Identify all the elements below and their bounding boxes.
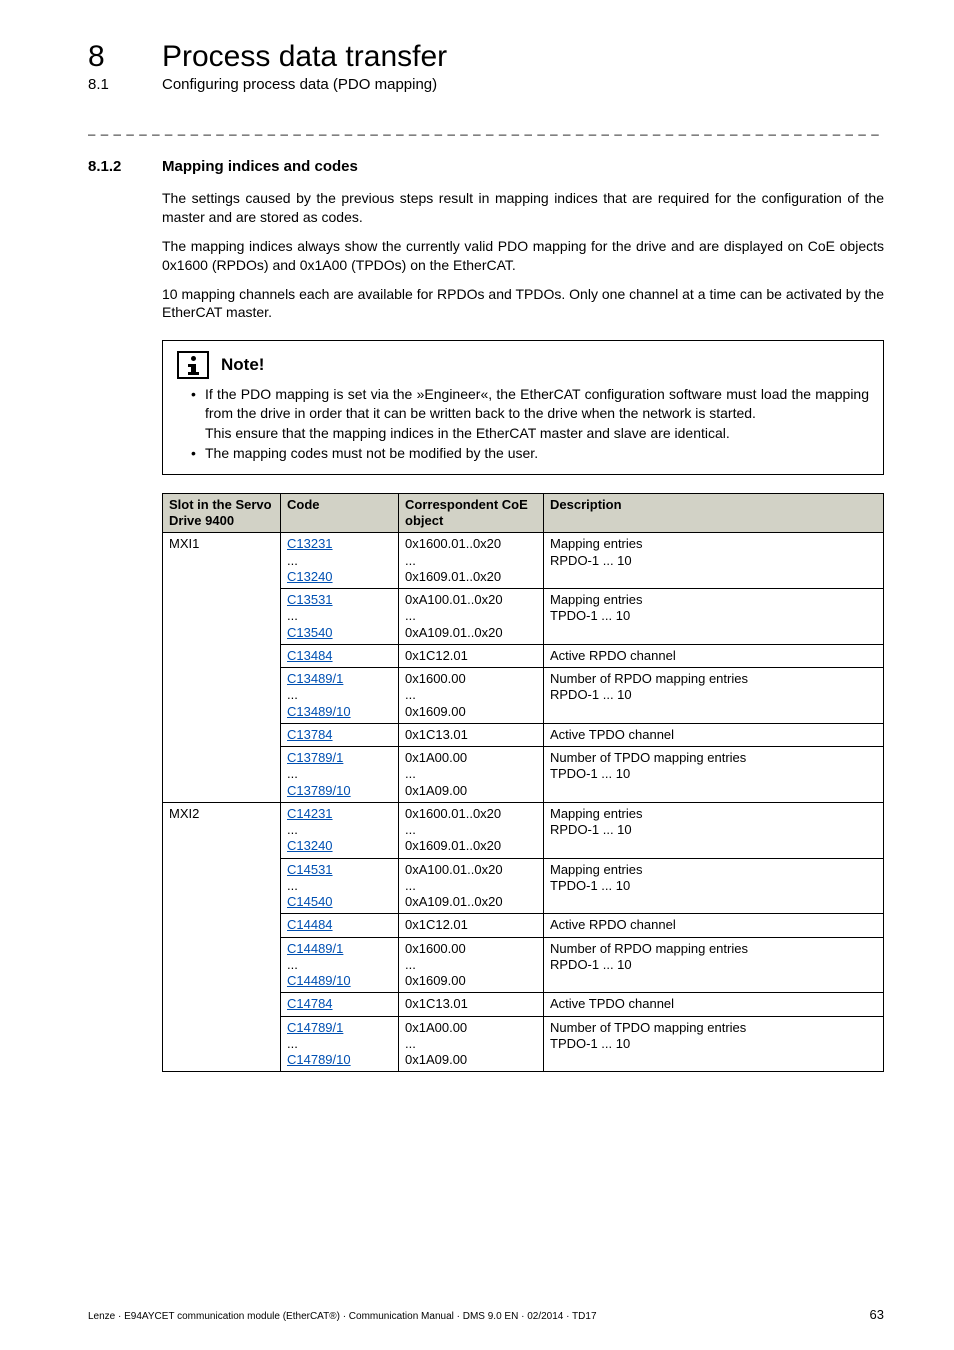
note-subtext: This ensure that the mapping indices in … [205,424,869,443]
code-link[interactable]: C13240 [287,838,333,853]
description-cell: Number of RPDO mapping entriesRPDO-1 ...… [544,937,884,993]
table-header-code: Code [281,493,399,533]
code-link[interactable]: C14789/1 [287,1020,343,1035]
subsection-number: 8.1.2 [88,158,132,175]
code-link[interactable]: C14489/1 [287,941,343,956]
code-link[interactable]: C13489/10 [287,704,351,719]
object-cell: 0x1600.00...0x1609.00 [399,937,544,993]
note-text: If the PDO mapping is set via the »Engin… [205,386,869,421]
chapter-title: Process data transfer [162,40,447,74]
paragraph: 10 mapping channels each are available f… [162,285,884,323]
code-link[interactable]: C13231 [287,536,333,551]
table-header-obj: Correspondent CoE object [399,493,544,533]
paragraph: The mapping indices always show the curr… [162,237,884,275]
description-cell: Mapping entriesTPDO-1 ... 10 [544,858,884,914]
description-cell: Mapping entriesRPDO-1 ... 10 [544,802,884,858]
separator: _ _ _ _ _ _ _ _ _ _ _ _ _ _ _ _ _ _ _ _ … [88,121,884,136]
object-cell: 0x1A00.00...0x1A09.00 [399,1016,544,1072]
page-footer: Lenze · E94AYCET communication module (E… [88,1307,884,1322]
code-link[interactable]: C14531 [287,862,333,877]
code-cell: C14789/1...C14789/10 [281,1016,399,1072]
code-cell: C13484 [281,644,399,667]
slot-cell: MXI2 [163,802,281,1072]
code-cell: C14489/1...C14489/10 [281,937,399,993]
code-link[interactable]: C13240 [287,569,333,584]
description-cell: Active TPDO channel [544,723,884,746]
code-cell: C13489/1...C13489/10 [281,668,399,724]
code-cell: C14531...C14540 [281,858,399,914]
object-cell: 0x1C12.01 [399,914,544,937]
code-link[interactable]: C13784 [287,727,333,742]
footer-text: Lenze · E94AYCET communication module (E… [88,1311,597,1322]
description-cell: Mapping entriesTPDO-1 ... 10 [544,589,884,645]
description-cell: Active RPDO channel [544,644,884,667]
object-cell: 0x1600.01..0x20...0x1609.01..0x20 [399,802,544,858]
code-cell: C13531...C13540 [281,589,399,645]
code-link[interactable]: C13531 [287,592,333,607]
note-title: Note! [221,355,264,375]
table-row: MXI1C13231...C132400x1600.01..0x20...0x1… [163,533,884,589]
page-number: 63 [870,1307,884,1322]
note-bullet: If the PDO mapping is set via the »Engin… [205,385,869,443]
code-link[interactable]: C14784 [287,996,333,1011]
code-link[interactable]: C13789/10 [287,783,351,798]
code-cell: C13784 [281,723,399,746]
table-header-desc: Description [544,493,884,533]
description-cell: Active RPDO channel [544,914,884,937]
object-cell: 0x1C12.01 [399,644,544,667]
code-cell: C13789/1...C13789/10 [281,747,399,803]
object-cell: 0xA100.01..0x20...0xA109.01..0x20 [399,858,544,914]
note-text: The mapping codes must not be modified b… [205,445,538,461]
description-cell: Active TPDO channel [544,993,884,1016]
code-link[interactable]: C14540 [287,894,333,909]
subsection-title: Mapping indices and codes [162,158,358,175]
note-box: Note! If the PDO mapping is set via the … [162,340,884,475]
code-link[interactable]: C13484 [287,648,333,663]
table-row: MXI2C14231...C132400x1600.01..0x20...0x1… [163,802,884,858]
code-link[interactable]: C14484 [287,917,333,932]
code-link[interactable]: C14789/10 [287,1052,351,1067]
object-cell: 0x1C13.01 [399,993,544,1016]
note-bullet: The mapping codes must not be modified b… [205,444,869,463]
code-link[interactable]: C13489/1 [287,671,343,686]
description-cell: Number of TPDO mapping entriesTPDO-1 ...… [544,1016,884,1072]
slot-cell: MXI1 [163,533,281,803]
object-cell: 0xA100.01..0x20...0xA109.01..0x20 [399,589,544,645]
mapping-table: Slot in the Servo Drive 9400 Code Corres… [162,493,884,1073]
code-link[interactable]: C14231 [287,806,333,821]
paragraph: The settings caused by the previous step… [162,189,884,227]
code-link[interactable]: C13540 [287,625,333,640]
object-cell: 0x1C13.01 [399,723,544,746]
section-title: Configuring process data (PDO mapping) [162,76,437,93]
code-link[interactable]: C14489/10 [287,973,351,988]
table-header-slot: Slot in the Servo Drive 9400 [163,493,281,533]
code-cell: C14484 [281,914,399,937]
object-cell: 0x1600.00...0x1609.00 [399,668,544,724]
description-cell: Number of RPDO mapping entriesRPDO-1 ...… [544,668,884,724]
code-cell: C14231...C13240 [281,802,399,858]
description-cell: Mapping entriesRPDO-1 ... 10 [544,533,884,589]
info-icon [177,351,209,379]
chapter-number: 8 [88,40,114,74]
section-number: 8.1 [88,76,114,93]
code-cell: C13231...C13240 [281,533,399,589]
code-cell: C14784 [281,993,399,1016]
code-link[interactable]: C13789/1 [287,750,343,765]
object-cell: 0x1A00.00...0x1A09.00 [399,747,544,803]
object-cell: 0x1600.01..0x20...0x1609.01..0x20 [399,533,544,589]
description-cell: Number of TPDO mapping entriesTPDO-1 ...… [544,747,884,803]
